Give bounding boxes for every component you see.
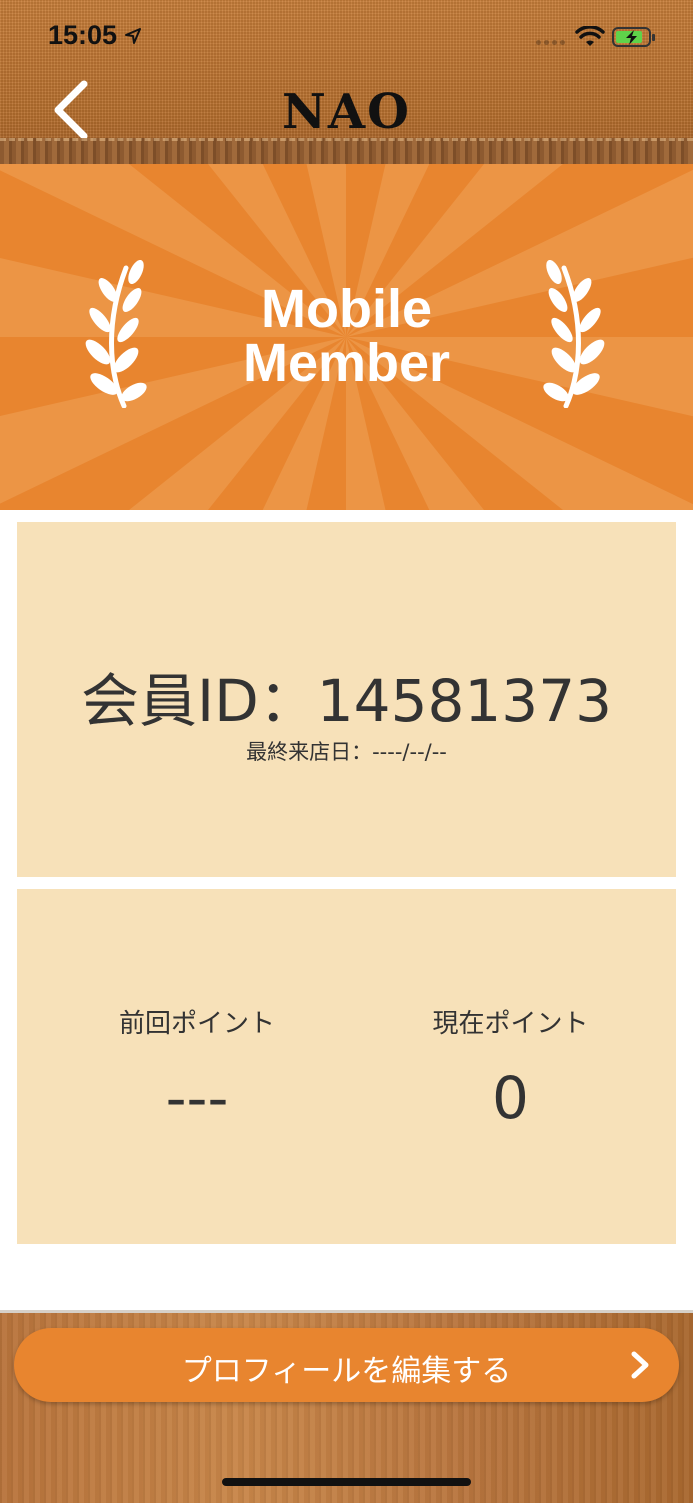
mobile-member-banner: Mobile Member bbox=[0, 164, 693, 510]
member-id-card: 会員ID：14581373 最終来店日：----/--/-- bbox=[17, 522, 676, 877]
banner-title-line1: Mobile bbox=[261, 279, 432, 339]
last-visit-value: ----/--/-- bbox=[372, 740, 447, 764]
banner-title: Mobile Member bbox=[0, 282, 693, 390]
current-points-label: 現在ポイント bbox=[432, 1009, 589, 1039]
signal-icon bbox=[536, 40, 565, 45]
status-time: 15:05 bbox=[48, 20, 118, 50]
last-visit: 最終来店日：----/--/-- bbox=[17, 736, 676, 766]
banner-title-line2: Member bbox=[242, 333, 451, 393]
member-id-value: 14581373 bbox=[316, 667, 612, 735]
wifi-icon bbox=[575, 26, 605, 46]
previous-points-value: --- bbox=[165, 1064, 229, 1132]
home-indicator bbox=[222, 1478, 471, 1486]
current-points-value: 0 bbox=[492, 1064, 529, 1132]
battery-charging-icon bbox=[612, 27, 655, 47]
edit-profile-button[interactable]: プロフィールを編集する bbox=[14, 1328, 679, 1402]
app-header: 15:05 NAO bbox=[0, 0, 693, 167]
current-points: 現在ポイント 0 bbox=[346, 1003, 675, 1132]
member-id-label: 会員ID： bbox=[81, 667, 317, 735]
member-id: 会員ID：14581373 bbox=[17, 654, 676, 738]
location-arrow-icon bbox=[125, 28, 141, 44]
last-visit-label: 最終来店日： bbox=[246, 740, 373, 764]
previous-points: 前回ポイント --- bbox=[32, 1003, 362, 1132]
page-title: NAO bbox=[282, 84, 411, 140]
edit-profile-label: プロフィールを編集する bbox=[181, 1354, 512, 1389]
points-card: 前回ポイント --- 現在ポイント 0 bbox=[17, 889, 676, 1244]
previous-points-label: 前回ポイント bbox=[118, 1009, 275, 1039]
chevron-right-icon bbox=[631, 1351, 649, 1379]
